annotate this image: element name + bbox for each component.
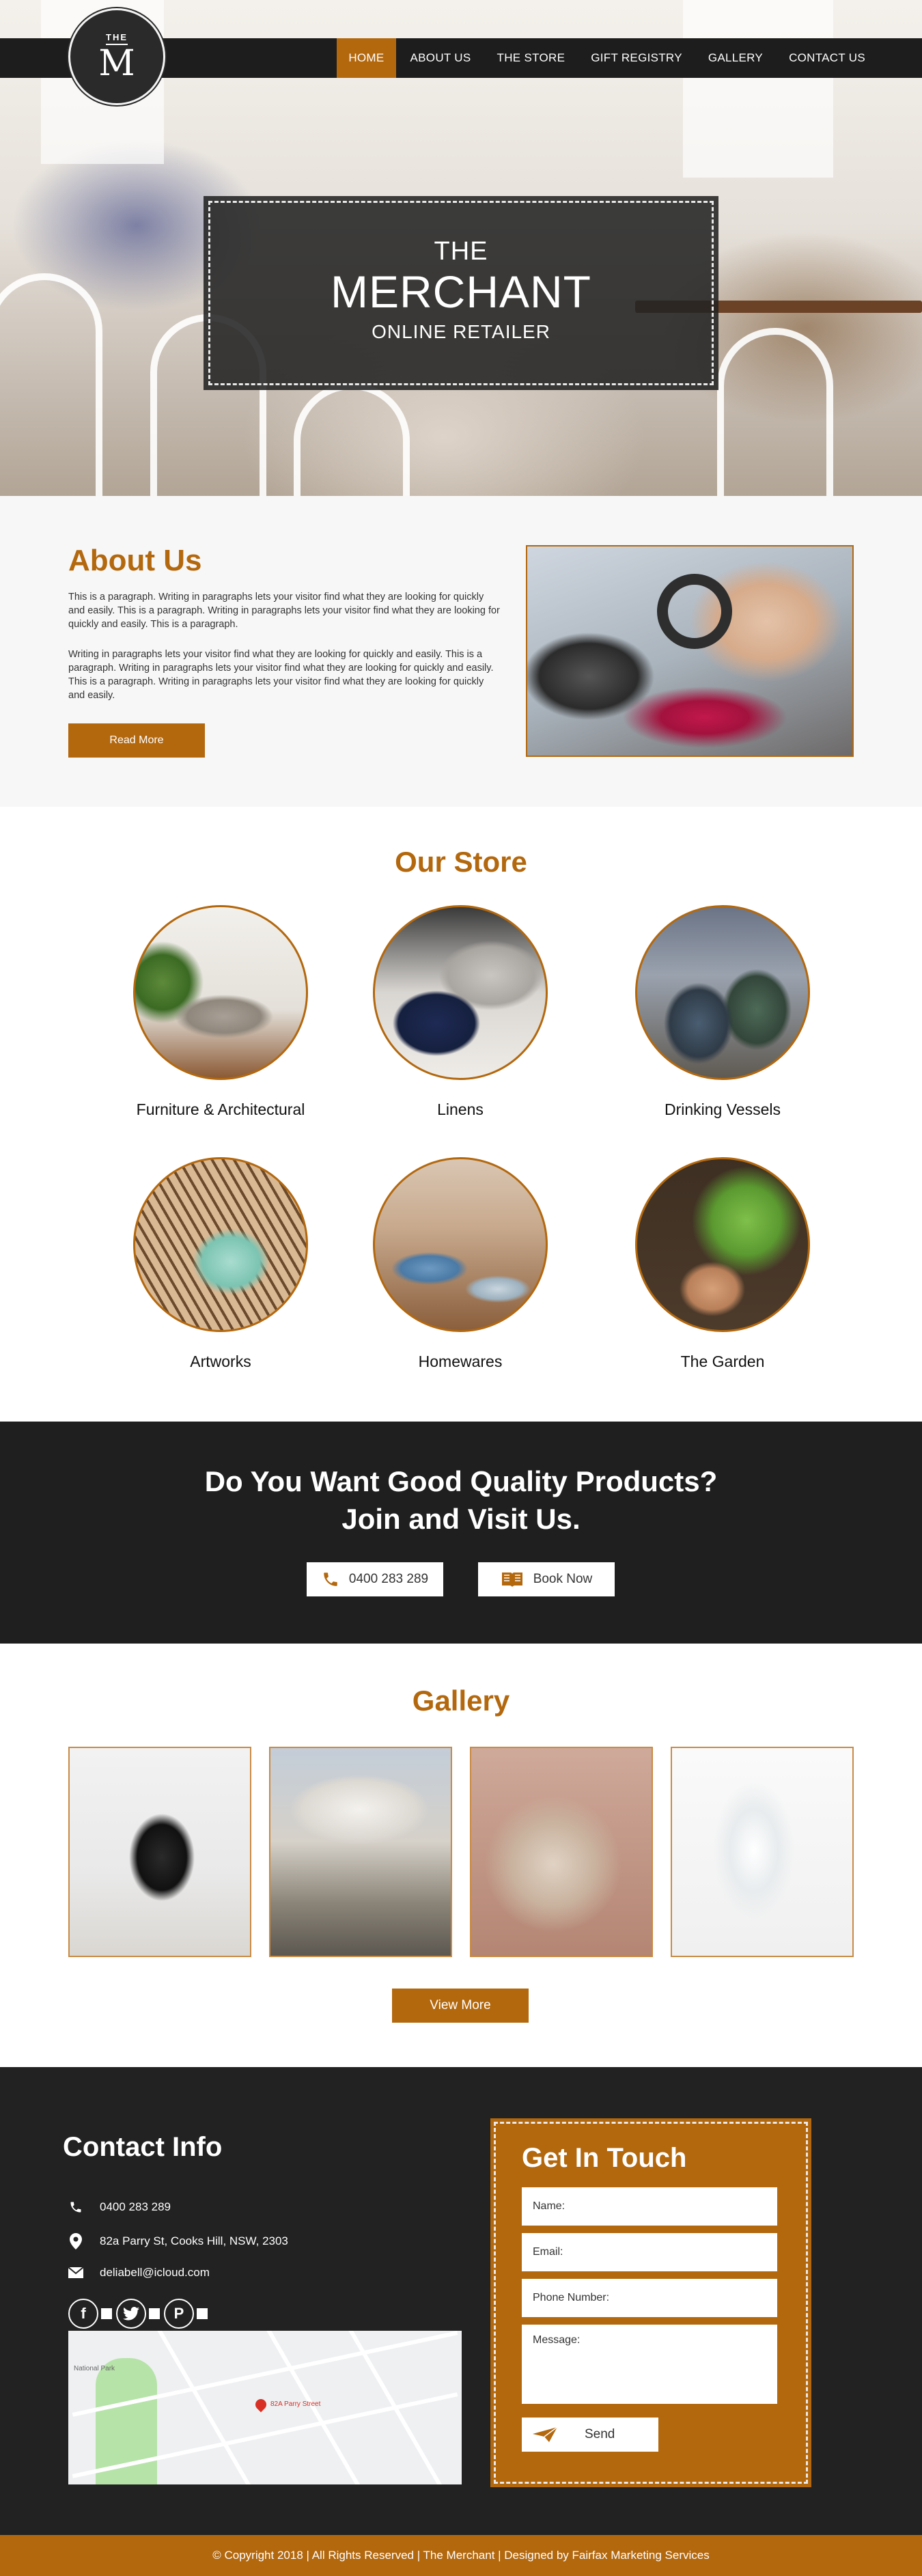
hero-title-box: THE MERCHANT ONLINE RETAILER	[204, 196, 718, 390]
send-button[interactable]: Send	[522, 2418, 658, 2452]
bracelet-shape	[657, 574, 732, 649]
twitter-icon[interactable]	[116, 2299, 146, 2329]
read-more-button[interactable]: Read More	[68, 723, 205, 758]
nav-home[interactable]: HOME	[337, 38, 396, 78]
store-category-drinking-vessels[interactable]: Drinking Vessels	[600, 905, 846, 1119]
envelope-icon	[68, 2267, 83, 2278]
store-category-label[interactable]: Drinking Vessels	[600, 1100, 846, 1119]
view-more-button[interactable]: View More	[392, 1989, 529, 2023]
phone-icon	[68, 2200, 83, 2214]
nav-contact-us[interactable]: CONTACT US	[777, 38, 877, 78]
social-badge	[101, 2308, 112, 2319]
map-area-label: National Park	[74, 2365, 115, 2372]
hero-chair	[0, 273, 102, 496]
hero-chair	[717, 328, 833, 496]
gallery-image-glass-mug[interactable]	[671, 1747, 854, 1957]
gallery-image-craft[interactable]	[470, 1747, 653, 1957]
gallery-image-bedding[interactable]	[269, 1747, 452, 1957]
paper-plane-icon	[533, 2427, 557, 2442]
logo-letter: M	[98, 42, 135, 84]
contact-address-text: 82a Parry St, Cooks Hill, NSW, 2303	[100, 2234, 288, 2247]
cta-title-line-2: Join and Visit Us.	[341, 1503, 581, 1535]
nav-menu: HOME ABOUT US THE STORE GIFT REGISTRY GA…	[334, 38, 877, 78]
store-category-artworks[interactable]: Artworks	[98, 1157, 344, 1371]
cta-title: Do You Want Good Quality Products? Join …	[0, 1463, 922, 1538]
logo[interactable]: THE M	[68, 8, 165, 105]
about-paragraph-1: This is a paragraph. Writing in paragrap…	[68, 592, 500, 630]
send-button-label: Send	[585, 2427, 615, 2441]
store-category-label[interactable]: Linens	[337, 1100, 583, 1119]
contact-email[interactable]: deliabell@icloud.com	[68, 2266, 210, 2280]
call-button[interactable]: 0400 283 289	[307, 1562, 443, 1596]
store-category-label[interactable]: Homewares	[337, 1353, 583, 1371]
store-title: Our Store	[395, 846, 527, 878]
about-title: About Us	[68, 544, 202, 577]
map-pin-label: 82A Parry Street	[270, 2400, 321, 2408]
cta-title-line-1: Do You Want Good Quality Products?	[204, 1465, 718, 1497]
contact-email-text: deliabell@icloud.com	[100, 2266, 210, 2279]
nav-about-us[interactable]: ABOUT US	[399, 38, 483, 78]
hero-line-the: THE	[434, 237, 488, 266]
name-field[interactable]	[522, 2187, 777, 2226]
phone-field[interactable]	[522, 2279, 777, 2317]
store-category-image[interactable]	[133, 905, 308, 1080]
about-image	[526, 545, 854, 757]
nav-the-store[interactable]: THE STORE	[486, 38, 577, 78]
gallery-section: Gallery View More	[0, 1644, 922, 2067]
location-pin-icon	[68, 2233, 83, 2249]
about-section: About Us This is a paragraph. Writing in…	[0, 496, 922, 807]
location-map[interactable]: National Park 82A Parry Street	[68, 2331, 462, 2484]
contact-address: 82a Parry St, Cooks Hill, NSW, 2303	[68, 2233, 288, 2249]
store-category-label[interactable]: The Garden	[600, 1353, 846, 1371]
about-paragraph-2: Writing in paragraphs lets your visitor …	[68, 649, 494, 701]
call-button-label: 0400 283 289	[348, 1572, 429, 1586]
store-category-garden[interactable]: The Garden	[600, 1157, 846, 1371]
message-field[interactable]	[522, 2325, 777, 2404]
hero-chair	[294, 383, 410, 496]
gallery-title: Gallery	[412, 1685, 510, 1717]
contact-phone-text: 0400 283 289	[100, 2200, 171, 2213]
store-category-linens[interactable]: Linens	[337, 905, 583, 1119]
map-pin-icon	[253, 2396, 269, 2413]
store-section: Our Store Furniture & Architectural Line…	[0, 807, 922, 1422]
footer-section: Contact Info 0400 283 289 82a Parry St, …	[0, 2067, 922, 2535]
social-badge	[197, 2308, 208, 2319]
store-category-furniture[interactable]: Furniture & Architectural	[98, 905, 344, 1119]
store-category-image[interactable]	[373, 905, 548, 1080]
store-category-image[interactable]	[635, 1157, 810, 1332]
book-now-button[interactable]: Book Now	[478, 1562, 615, 1596]
contact-phone[interactable]: 0400 283 289	[68, 2200, 171, 2214]
pinterest-icon[interactable]: P	[164, 2299, 194, 2329]
hero-line-subtitle: ONLINE RETAILER	[372, 321, 550, 342]
nav-gallery[interactable]: GALLERY	[697, 38, 774, 78]
contact-form: Get In Touch Send	[490, 2118, 811, 2487]
contact-info-title: Contact Info	[63, 2132, 223, 2162]
book-icon	[501, 1573, 522, 1587]
nav-gift-registry[interactable]: GIFT REGISTRY	[579, 38, 694, 78]
gallery-image-chair[interactable]	[68, 1747, 251, 1957]
facebook-icon[interactable]: f	[68, 2299, 98, 2329]
social-badge	[149, 2308, 160, 2319]
email-field[interactable]	[522, 2233, 777, 2271]
hero-window	[683, 0, 833, 178]
book-now-label: Book Now	[533, 1572, 593, 1586]
map-road	[157, 2331, 257, 2484]
hero-section: HOME ABOUT US THE STORE GIFT REGISTRY GA…	[0, 0, 922, 496]
cta-section: Do You Want Good Quality Products? Join …	[0, 1422, 922, 1644]
store-category-homewares[interactable]: Homewares	[337, 1157, 583, 1371]
copyright-bar: © Copyright 2018 | All Rights Reserved |…	[0, 2535, 922, 2576]
phone-icon	[324, 1573, 337, 1586]
store-category-image[interactable]	[373, 1157, 548, 1332]
store-category-image[interactable]	[133, 1157, 308, 1332]
page: HOME ABOUT US THE STORE GIFT REGISTRY GA…	[0, 0, 922, 2576]
social-links: f P	[68, 2299, 212, 2329]
store-category-label[interactable]: Artworks	[98, 1353, 344, 1371]
store-category-label[interactable]: Furniture & Architectural	[98, 1100, 344, 1119]
hero-line-merchant: MERCHANT	[331, 266, 591, 317]
get-in-touch-title: Get In Touch	[522, 2143, 687, 2173]
store-category-image[interactable]	[635, 905, 810, 1080]
